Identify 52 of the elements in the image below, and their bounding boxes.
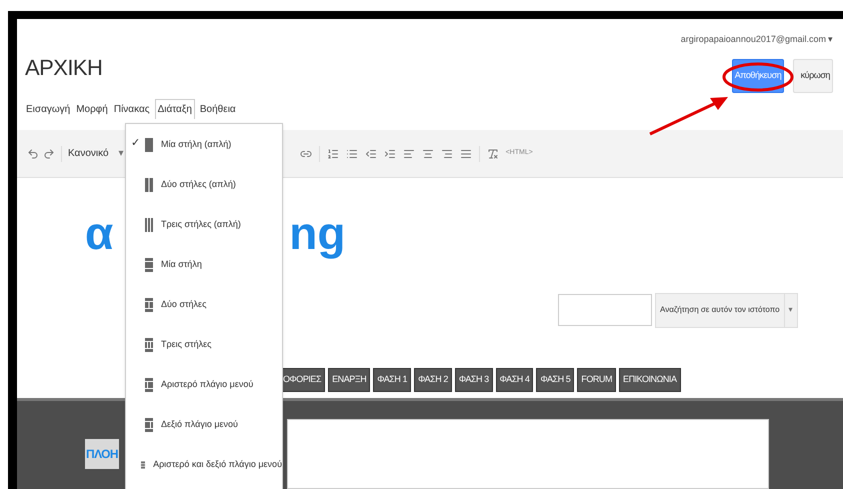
nav-tab[interactable]: ΦΑΣΗ 4 xyxy=(496,368,534,392)
menu-item[interactable]: Διάταξη xyxy=(154,99,195,119)
clear-formatting-icon[interactable] xyxy=(486,148,499,160)
justify-icon[interactable] xyxy=(460,148,472,160)
redo-icon[interactable] xyxy=(43,148,55,160)
layout-option[interactable]: Δύο στήλες xyxy=(126,294,282,334)
menu-item[interactable]: Εισαγωγή xyxy=(25,100,72,119)
layout-icon xyxy=(145,178,153,192)
search-field[interactable] xyxy=(558,294,652,326)
layout-icon xyxy=(145,258,153,272)
checkmark: ✓ xyxy=(131,137,140,149)
align-center-icon[interactable] xyxy=(422,148,434,160)
style-caret[interactable]: ▾ xyxy=(118,146,124,161)
account-email[interactable]: argiropapaioannou2017@gmail.com xyxy=(680,33,826,46)
layout-option[interactable]: Δύο στήλες (απλή) xyxy=(126,174,282,214)
page-title: ΑΡΧΙΚΗ xyxy=(25,54,102,82)
menu-item[interactable]: Βοήθεια xyxy=(198,100,237,119)
nav-tab[interactable]: ΕΠΙΚΟΙΝΩΝΙΑ xyxy=(619,368,681,392)
layout-icon xyxy=(145,338,153,352)
layout-option[interactable]: ✓ Μία στήλη (απλή) xyxy=(126,134,282,174)
layout-icon xyxy=(145,138,153,152)
layout-option[interactable]: Αριστερό πλάγιο μενού xyxy=(126,374,282,414)
logo-text: α xyxy=(85,210,114,256)
layout-option[interactable]: Τρεις στήλες (απλή) xyxy=(126,214,282,254)
layout-option[interactable]: Μία στήλη xyxy=(126,254,282,294)
layout-icon xyxy=(145,218,153,232)
style-dropdown[interactable]: Κανονικό xyxy=(68,146,109,161)
annotation-ellipse xyxy=(722,62,794,92)
nav-tab[interactable]: ΦΑΣΗ 3 xyxy=(454,368,493,392)
layout-icon xyxy=(145,378,153,392)
layout-icon xyxy=(145,298,153,312)
indent-icon[interactable] xyxy=(384,148,396,160)
align-right-icon[interactable] xyxy=(440,148,453,160)
nav-tab[interactable]: FORUM xyxy=(577,368,616,392)
menu-item[interactable]: Πίνακας xyxy=(112,100,151,119)
nav-tab[interactable]: ΦΑΣΗ 5 xyxy=(536,368,574,392)
menu-item[interactable]: Μορφή xyxy=(75,100,109,119)
cancel-button[interactable]: κύρωση xyxy=(793,58,833,92)
undo-icon[interactable] xyxy=(27,148,39,160)
layout-option[interactable]: Δεξιό πλάγιο μενού xyxy=(126,414,282,454)
search-button[interactable]: Αναζήτηση σε αυτόν τον ιστότοπο ▾ xyxy=(655,292,798,328)
numbered-list-icon[interactable] xyxy=(326,148,339,160)
layout-option[interactable]: Αριστερό και δεξιό πλάγιο μενού xyxy=(126,454,282,489)
outdent-icon[interactable] xyxy=(364,148,377,160)
nav-tab[interactable]: ΦΑΣΗ 2 xyxy=(414,368,452,392)
layout-icon xyxy=(145,418,153,432)
nav-tab[interactable]: ΕΝΑΡΞΗ xyxy=(328,368,370,392)
account-caret[interactable]: ▾ xyxy=(828,33,833,46)
nav-tab[interactable]: ΦΑΣΗ 1 xyxy=(373,368,412,392)
sidebar-heading: ΠΛΟΗ xyxy=(85,439,119,469)
layout-option[interactable]: Τρεις στήλες xyxy=(126,334,282,374)
align-left-icon[interactable] xyxy=(402,148,415,160)
